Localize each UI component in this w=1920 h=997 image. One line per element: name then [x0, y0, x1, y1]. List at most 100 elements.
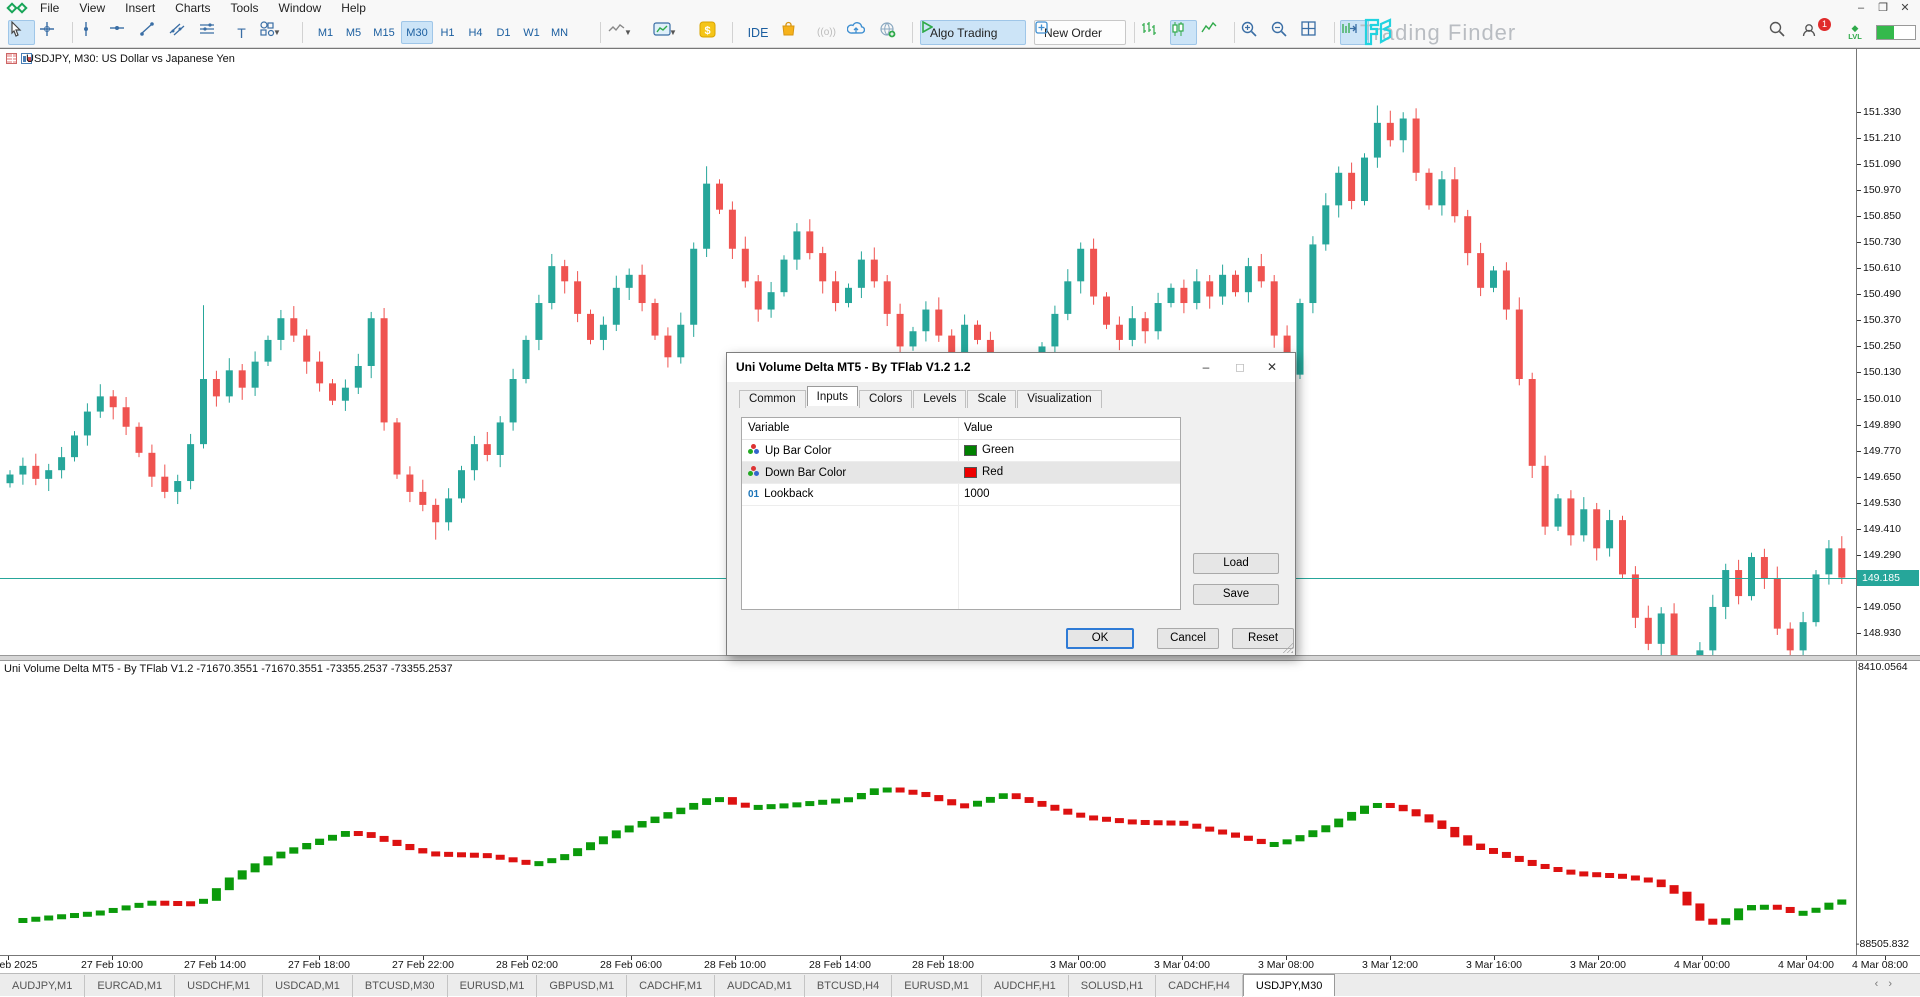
signals-button[interactable]: ((o))	[810, 20, 843, 45]
timeframe-d1[interactable]: D1	[490, 21, 517, 44]
window-close-button[interactable]: ✕	[1894, 1, 1916, 14]
color-parameter-icon	[748, 444, 760, 455]
symbol-tab-cadchf-h4[interactable]: CADCHF,H4	[1156, 975, 1243, 997]
menu-file[interactable]: File	[30, 0, 69, 16]
tile-windows-button[interactable]	[1300, 20, 1327, 45]
menu-charts[interactable]: Charts	[165, 0, 220, 16]
timeframe-w1[interactable]: W1	[518, 21, 545, 44]
symbol-tab-btcusd-m30[interactable]: BTCUSD,M30	[353, 975, 448, 997]
symbol-tab-audchf-h1[interactable]: AUDCHF,H1	[982, 975, 1069, 997]
dialog-tab-common[interactable]: Common	[739, 390, 806, 408]
price-tick-label: 149.770	[1863, 445, 1901, 457]
symbol-tab-usdjpy-m30[interactable]: USDJPY,M30	[1243, 974, 1335, 996]
menu-tools[interactable]: Tools	[221, 0, 269, 16]
shopping-bag-icon	[781, 21, 796, 37]
parameter-row-lookback[interactable]: 01Lookback1000	[742, 484, 1180, 506]
equidistant-tool-button[interactable]	[198, 20, 225, 45]
timeframe-m30[interactable]: M30	[401, 21, 433, 44]
dialog-tab-colors[interactable]: Colors	[859, 390, 912, 408]
time-axis[interactable]: 27 Feb 202527 Feb 10:0027 Feb 14:0027 Fe…	[0, 955, 1920, 973]
timeframe-m1[interactable]: M1	[312, 21, 339, 44]
line-chart-mode-button[interactable]	[1200, 20, 1227, 45]
symbol-tab-audjpy-m1[interactable]: AUDJPY,M1	[0, 975, 85, 997]
dialog-close-button[interactable]: ✕	[1257, 357, 1287, 377]
symbol-tab-usdcad-m1[interactable]: USDCAD,M1	[263, 975, 353, 997]
variable-column-header: Variable	[748, 422, 789, 434]
parameter-value[interactable]: 1000	[964, 488, 990, 500]
new-order-button[interactable]: New Order	[1034, 20, 1126, 45]
play-icon	[921, 21, 933, 33]
shapes-tool-button[interactable]: ▼	[258, 20, 294, 45]
timeframe-m5[interactable]: M5	[340, 21, 367, 44]
horizontal-line-tool-button[interactable]	[108, 20, 135, 45]
symbol-tab-audcad-m1[interactable]: AUDCAD,M1	[715, 975, 805, 997]
search-button[interactable]	[1768, 20, 1795, 45]
trendline-tool-button[interactable]	[138, 20, 165, 45]
tab-scroll-arrows[interactable]: ‹›	[1875, 978, 1902, 990]
symbol-tab-cadchf-m1[interactable]: CADCHF,M1	[627, 975, 715, 997]
price-axis[interactable]: 151.330151.210151.090150.970150.850150.7…	[1856, 49, 1920, 656]
load-button[interactable]: Load	[1193, 553, 1279, 574]
vertical-line-tool-button[interactable]	[78, 20, 105, 45]
symbol-tab-eurcad-m1[interactable]: EURCAD,M1	[85, 975, 175, 997]
menu-insert[interactable]: Insert	[115, 0, 165, 16]
parameter-value[interactable]: Green	[982, 444, 1014, 456]
indicator-panel[interactable]: Uni Volume Delta MT5 - By TFlab V1.2 -71…	[0, 661, 1920, 955]
dialog-title: Uni Volume Delta MT5 - By TFlab V1.2 1.2	[736, 360, 971, 374]
dialog-minimize-button[interactable]: –	[1191, 357, 1221, 377]
chart-template-button[interactable]: ▼	[652, 20, 692, 45]
symbol-tab-eurusd-m1[interactable]: EURUSD,M1	[448, 975, 538, 997]
save-button[interactable]: Save	[1193, 584, 1279, 605]
window-minimize-button[interactable]: –	[1850, 2, 1872, 14]
symbol-tab-usdchf-m1[interactable]: USDCHF,M1	[175, 975, 263, 997]
level-indicator[interactable]: ◆ LVL	[1842, 20, 1868, 45]
dialog-tab-scale[interactable]: Scale	[967, 390, 1016, 408]
market-button[interactable]	[780, 20, 807, 45]
bar-chart-mode-button[interactable]	[1140, 20, 1167, 45]
timeframe-h4[interactable]: H4	[462, 21, 489, 44]
cancel-button[interactable]: Cancel	[1157, 628, 1219, 649]
menu-window[interactable]: Window	[269, 0, 332, 16]
dialog-tab-inputs[interactable]: Inputs	[807, 386, 858, 406]
zoom-out-button[interactable]	[1270, 20, 1297, 45]
dollar-icon: $	[699, 21, 716, 38]
parameter-value[interactable]: Red	[982, 466, 1003, 478]
price-tick-label: 150.730	[1863, 236, 1901, 248]
text-tool-button[interactable]: T	[228, 20, 255, 45]
symbol-tab-solusd-h1[interactable]: SOLUSD,H1	[1069, 975, 1156, 997]
community-button[interactable]	[878, 20, 906, 45]
dialog-tab-visualization[interactable]: Visualization	[1017, 390, 1101, 408]
candlestick-mode-button[interactable]	[1170, 20, 1197, 45]
dialog-tab-levels[interactable]: Levels	[913, 390, 966, 408]
algo-trading-button[interactable]: Algo Trading	[920, 20, 1026, 45]
crosshair-tool-button[interactable]	[38, 20, 65, 45]
dialog-maximize-button[interactable]: ◻	[1225, 357, 1255, 377]
menu-help[interactable]: Help	[331, 0, 376, 16]
parameters-table[interactable]: Variable Value Up Bar ColorGreenDown Bar…	[741, 417, 1181, 610]
cloud-button[interactable]	[846, 20, 874, 45]
symbol-tab-eurusd-m1[interactable]: EURUSD,M1	[892, 975, 982, 997]
ide-button[interactable]: IDE	[740, 20, 776, 45]
line-chart-style-button[interactable]: ▼	[607, 20, 647, 45]
symbol-tab-gbpusd-m1[interactable]: GBPUSD,M1	[537, 975, 627, 997]
dialog-titlebar[interactable]: Uni Volume Delta MT5 - By TFlab V1.2 1.2…	[727, 353, 1295, 382]
parameter-row-up-bar-color[interactable]: Up Bar ColorGreen	[742, 440, 1180, 462]
dialog-resize-grip[interactable]	[1283, 643, 1293, 653]
economic-calendar-button[interactable]: $	[698, 20, 725, 45]
menu-view[interactable]: View	[69, 0, 115, 16]
zoom-in-button[interactable]	[1240, 20, 1267, 45]
level-label: LVL	[1848, 32, 1862, 41]
timeframe-mn[interactable]: MN	[546, 21, 573, 44]
parameter-row-down-bar-color[interactable]: Down Bar ColorRed	[742, 462, 1180, 484]
text-tool-icon: T	[237, 25, 246, 41]
channel-tool-button[interactable]	[168, 20, 195, 45]
mt5-logo-icon	[6, 2, 32, 15]
depth-of-market-icon[interactable]	[6, 53, 17, 64]
timeframe-h1[interactable]: H1	[434, 21, 461, 44]
symbol-tab-btcusd-h4[interactable]: BTCUSD,H4	[805, 975, 892, 997]
window-restore-button[interactable]: ❐	[1872, 1, 1894, 14]
ok-button[interactable]: OK	[1066, 628, 1134, 649]
cursor-tool-button[interactable]	[8, 20, 35, 45]
notifications-button[interactable]: 1	[1800, 20, 1830, 45]
timeframe-m15[interactable]: M15	[368, 21, 400, 44]
